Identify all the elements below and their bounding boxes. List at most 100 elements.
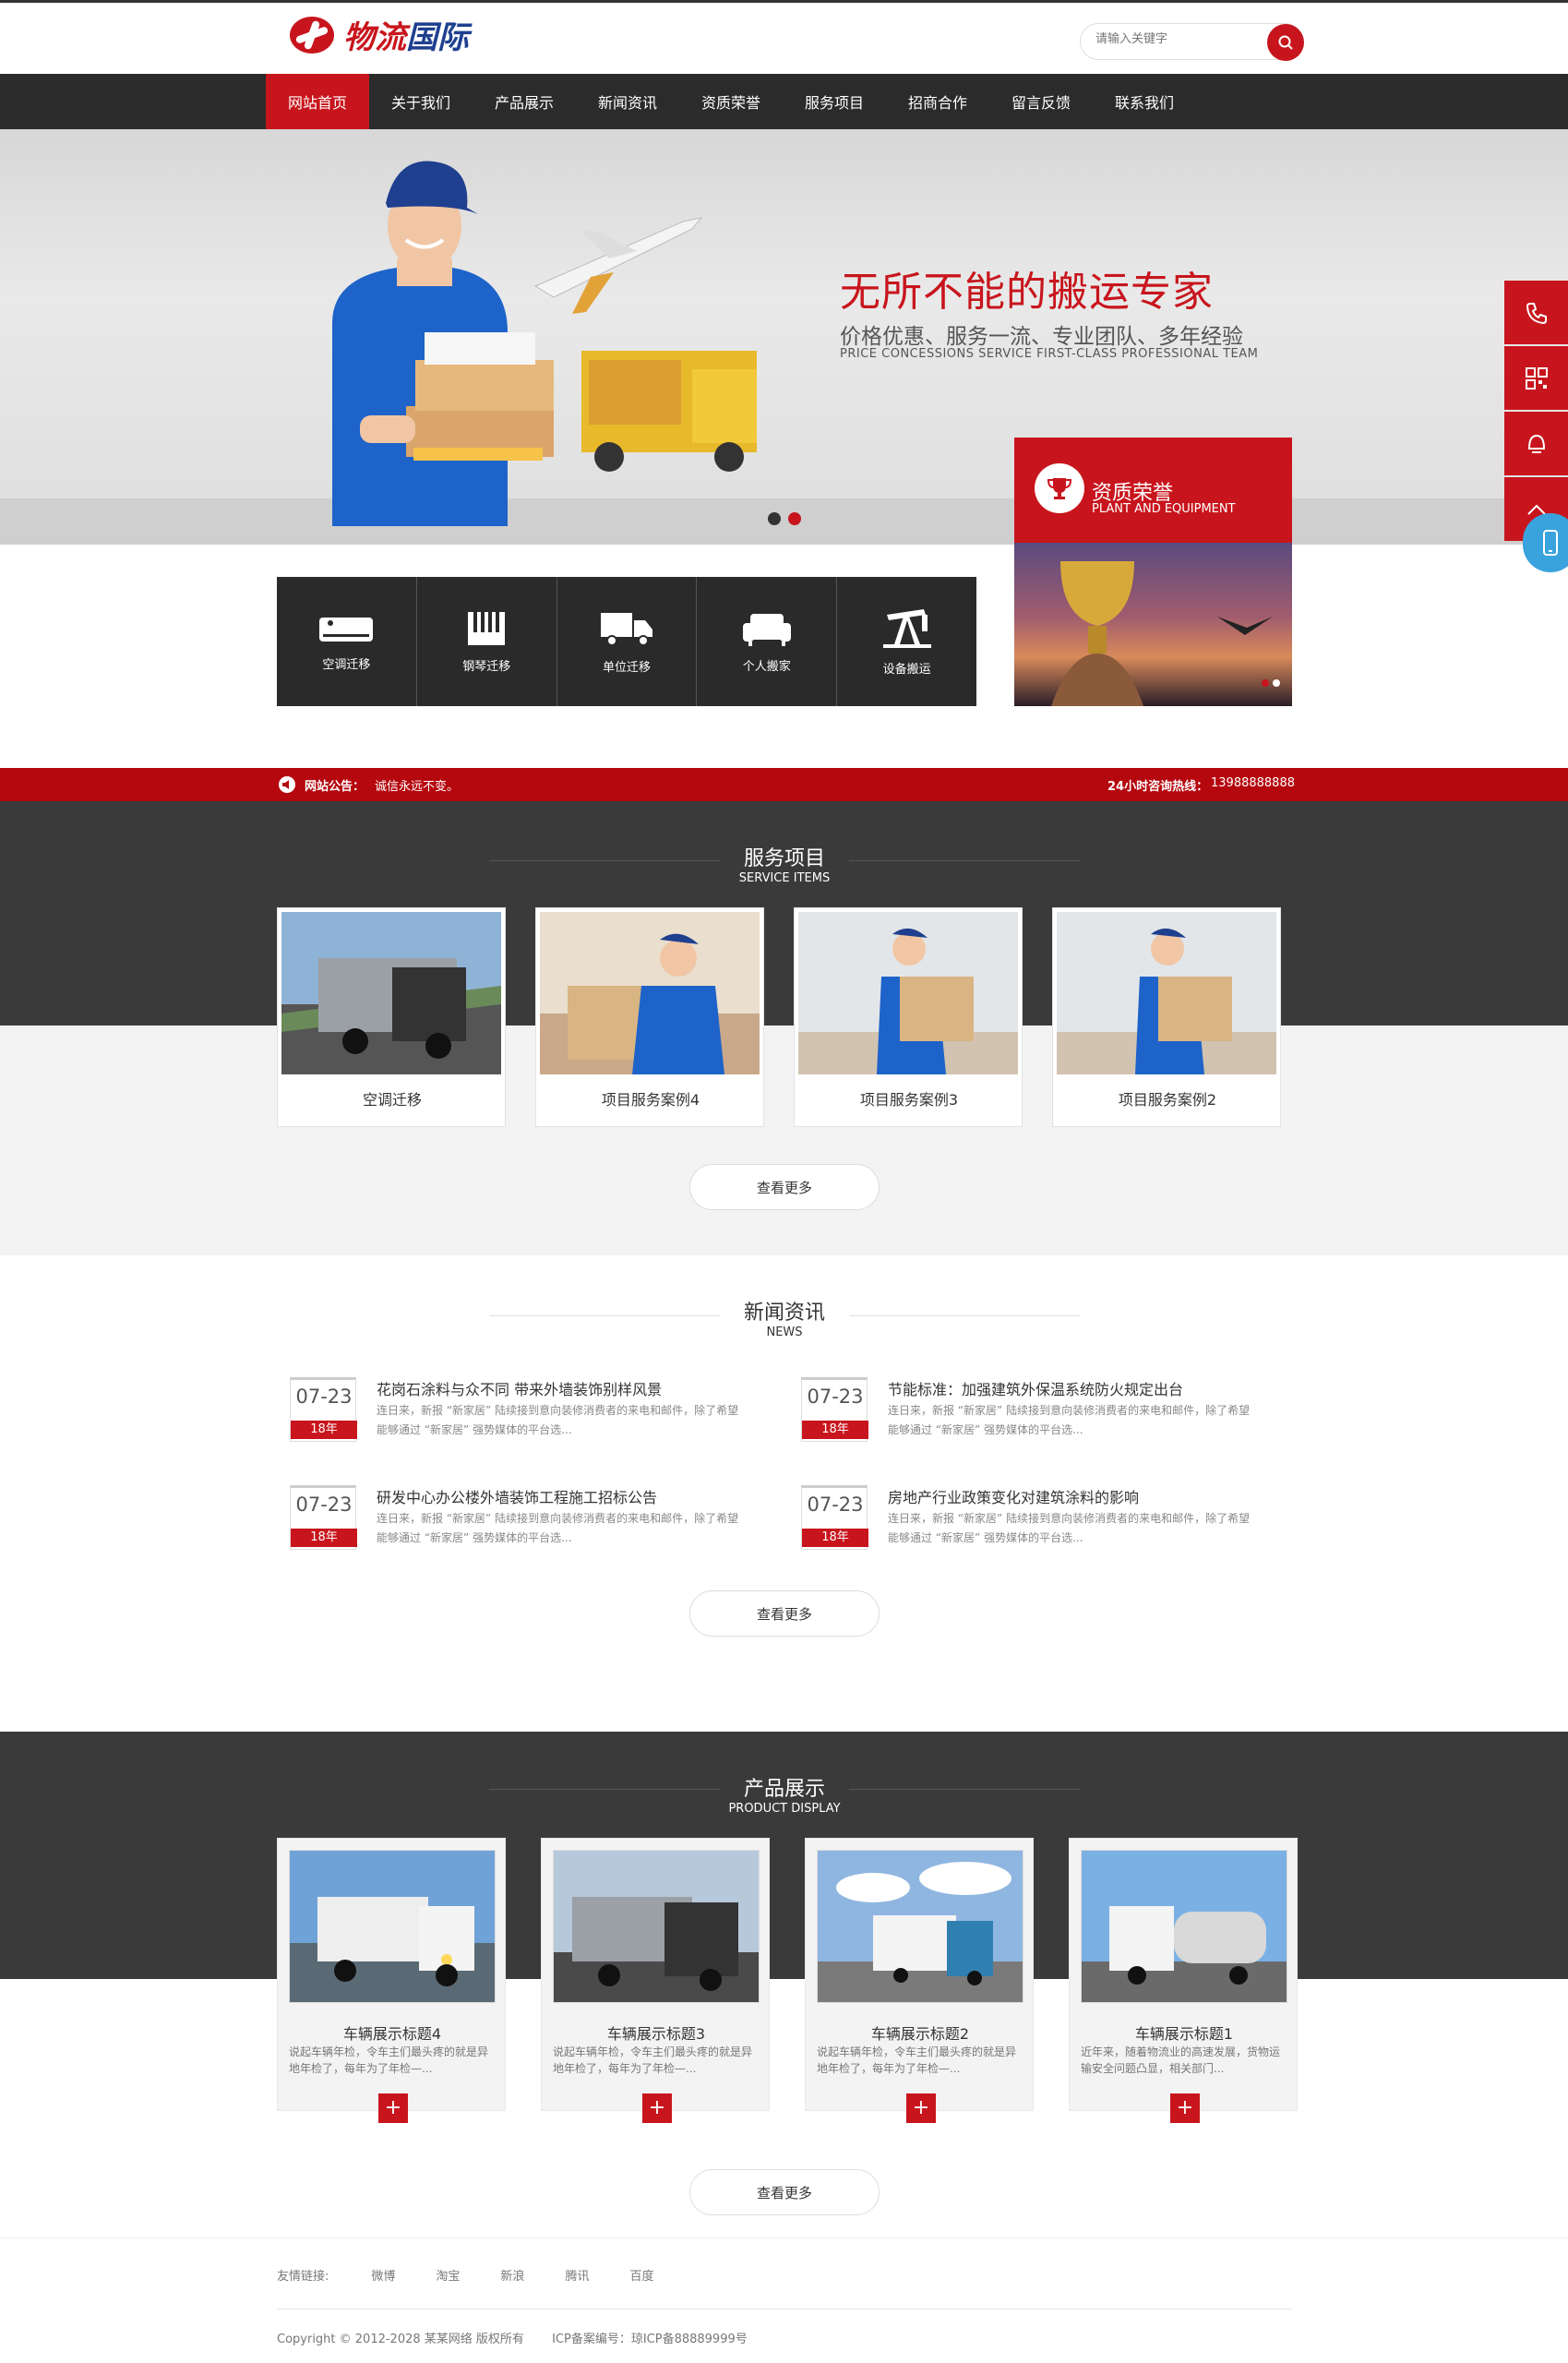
news-title[interactable]: 花岗石涂料与众不同 带来外墙装饰别样风景 xyxy=(377,1377,662,1399)
news-date: 07-23 18年 xyxy=(290,1485,357,1550)
friend-links: 友情链接: 微博 淘宝 新浪 腾讯 百度 xyxy=(277,2266,694,2284)
top-header: 物流国际 xyxy=(0,0,1568,74)
truck-photo xyxy=(1081,1850,1287,2003)
tile-equipment-moving[interactable]: 设备搬运 xyxy=(837,577,976,706)
banner-pager xyxy=(768,512,801,525)
news-item[interactable]: 07-23 18年 花岗石涂料与众不同 带来外墙装饰别样风景 连日来，新报 “新… xyxy=(290,1377,770,1451)
nav-item-contact[interactable]: 联系我们 xyxy=(1093,74,1196,129)
news-date: 07-23 18年 xyxy=(801,1485,868,1550)
news-date-md: 07-23 xyxy=(807,1385,864,1408)
search-button[interactable] xyxy=(1267,24,1304,61)
news-title[interactable]: 研发中心办公楼外墙装饰工程施工招标公告 xyxy=(377,1485,657,1507)
nav-item-feedback[interactable]: 留言反馈 xyxy=(989,74,1093,129)
product-title[interactable]: 车辆展示标题2 xyxy=(806,2021,1035,2044)
friend-link[interactable]: 微博 xyxy=(371,2266,395,2284)
product-title[interactable]: 车辆展示标题3 xyxy=(542,2021,771,2044)
product-card[interactable]: 车辆展示标题1 近年来，随着物流业的高速发展，货物运输安全问题凸显，相关部门..… xyxy=(1069,1838,1299,2123)
mover-photo xyxy=(1057,912,1276,1074)
search-icon xyxy=(1278,35,1293,50)
services-more-button[interactable]: 查看更多 xyxy=(689,1164,880,1210)
notice-text[interactable]: 诚信永远不变。 xyxy=(375,776,459,794)
nav-item-about[interactable]: 关于我们 xyxy=(369,74,473,129)
mover-photo xyxy=(540,912,760,1074)
banner-dot-1[interactable] xyxy=(768,512,781,525)
mobile-icon xyxy=(1543,530,1558,556)
friend-link[interactable]: 百度 xyxy=(629,2266,653,2284)
honor-trophy-image xyxy=(1014,543,1292,706)
news-date-year: 18年 xyxy=(802,1529,868,1547)
news-date-year: 18年 xyxy=(291,1421,357,1439)
news-more-button[interactable]: 查看更多 xyxy=(689,1590,880,1637)
product-desc: 说起车辆年检，令车主们最头疼的就是异地年检了，每年为了年检—... xyxy=(553,2045,753,2075)
nav-item-honors[interactable]: 资质荣誉 xyxy=(679,74,783,129)
service-card[interactable]: 项目服务案例2 xyxy=(1052,907,1281,1127)
service-section: 服务项目 SERVICE ITEMS 空调迁移 项目服务案例4 项目服务案例3 … xyxy=(0,801,1568,1255)
news-date: 07-23 18年 xyxy=(801,1377,868,1442)
product-more-plus-button[interactable]: + xyxy=(906,2093,936,2123)
news-desc: 连日来，新报 “新家居” 陆续接到意向装修消费者的来电和邮件，除了希望能够通过 … xyxy=(377,1404,739,1436)
copyright-text: Copyright © 2012-2028 某某网络 版权所有 xyxy=(277,2333,524,2346)
side-toolbar xyxy=(1504,281,1568,543)
product-section-title: 产品展示 PRODUCT DISPLAY xyxy=(646,1772,923,1816)
hero-banner[interactable]: 无所不能的搬运专家 价格优惠、服务一流、专业团队、多年经验 PRICE CONC… xyxy=(0,129,1568,545)
honor-box[interactable]: 资质荣誉 PLANT AND EQUIPMENT xyxy=(1014,438,1292,706)
tile-ac-moving[interactable]: 空调迁移 xyxy=(277,577,417,706)
service-card-label: 项目服务案例4 xyxy=(601,1091,700,1109)
nav-item-services[interactable]: 服务项目 xyxy=(783,74,886,129)
product-title[interactable]: 车辆展示标题1 xyxy=(1070,2021,1299,2044)
nav-item-products[interactable]: 产品展示 xyxy=(473,74,576,129)
truck-photo xyxy=(817,1850,1023,2003)
product-title[interactable]: 车辆展示标题4 xyxy=(278,2021,507,2044)
mover-photo xyxy=(798,912,1018,1074)
tile-label: 单位迁移 xyxy=(602,660,651,675)
news-title[interactable]: 节能标准：加强建筑外保温系统防火规定出台 xyxy=(888,1377,1183,1399)
logo-text: 物流国际 xyxy=(343,12,469,57)
logo-text-red: 物流 xyxy=(343,19,406,56)
news-date-year: 18年 xyxy=(802,1421,868,1439)
news-title-en: NEWS xyxy=(766,1325,803,1339)
nav-item-news[interactable]: 新闻资讯 xyxy=(576,74,679,129)
product-card[interactable]: 车辆展示标题2 说起车辆年检，令车主们最头疼的就是异地年检了，每年为了年检—..… xyxy=(805,1838,1035,2123)
product-more-plus-button[interactable]: + xyxy=(1170,2093,1200,2123)
news-date-md: 07-23 xyxy=(295,1493,353,1516)
tile-company-moving[interactable]: 单位迁移 xyxy=(557,577,698,706)
side-chat-button[interactable] xyxy=(1504,412,1568,475)
product-more-plus-button[interactable]: + xyxy=(378,2093,408,2123)
product-section: 产品展示 PRODUCT DISPLAY 车辆展示标题4 说起车辆年检，令车主们… xyxy=(0,1732,1568,2237)
news-item[interactable]: 07-23 18年 研发中心办公楼外墙装饰工程施工招标公告 连日来，新报 “新家… xyxy=(290,1485,770,1559)
news-title[interactable]: 房地产行业政策变化对建筑涂料的影响 xyxy=(888,1485,1139,1507)
product-card[interactable]: 车辆展示标题4 说起车辆年检，令车主们最头疼的就是异地年检了，每年为了年检—..… xyxy=(277,1838,507,2123)
main-nav: 网站首页 关于我们 产品展示 新闻资讯 资质荣誉 服务项目 招商合作 留言反馈 … xyxy=(0,74,1568,129)
product-desc: 说起车辆年检，令车主们最头疼的就是异地年检了，每年为了年检—... xyxy=(817,2045,1017,2075)
friend-link[interactable]: 淘宝 xyxy=(436,2266,460,2284)
tile-piano-moving[interactable]: 钢琴迁移 xyxy=(417,577,557,706)
site-logo[interactable]: 物流国际 xyxy=(290,12,469,57)
banner-subtitle: 价格优惠、服务一流、专业团队、多年经验 xyxy=(840,325,1243,349)
news-item[interactable]: 07-23 18年 节能标准：加强建筑外保温系统防火规定出台 连日来，新报 “新… xyxy=(801,1377,1281,1451)
side-phone-button[interactable] xyxy=(1504,281,1568,344)
service-card[interactable]: 空调迁移 xyxy=(277,907,506,1127)
product-card[interactable]: 车辆展示标题3 说起车辆年检，令车主们最头疼的就是异地年检了，每年为了年检—..… xyxy=(541,1838,771,2123)
news-date-year: 18年 xyxy=(291,1529,357,1547)
friend-link[interactable]: 新浪 xyxy=(500,2266,524,2284)
icp-number[interactable]: ICP备案编号：琼ICP备88889999号 xyxy=(552,2333,748,2346)
service-card[interactable]: 项目服务案例3 xyxy=(794,907,1023,1127)
side-qrcode-button[interactable] xyxy=(1504,346,1568,410)
product-title-en: PRODUCT DISPLAY xyxy=(728,1802,841,1816)
products-more-button[interactable]: 查看更多 xyxy=(689,2169,880,2215)
product-desc: 说起车辆年检，令车主们最头疼的就是异地年检了，每年为了年检—... xyxy=(289,2045,489,2075)
service-card[interactable]: 项目服务案例4 xyxy=(535,907,764,1127)
news-desc: 连日来，新报 “新家居” 陆续接到意向装修消费者的来电和邮件，除了希望能够通过 … xyxy=(888,1404,1251,1436)
banner-dot-2[interactable] xyxy=(788,512,801,525)
search-input[interactable] xyxy=(1095,32,1262,46)
nav-item-cooperation[interactable]: 招商合作 xyxy=(886,74,989,129)
nav-item-home[interactable]: 网站首页 xyxy=(266,74,369,129)
tile-label: 钢琴迁移 xyxy=(462,659,511,674)
product-desc: 近年来，随着物流业的高速发展，货物运输安全问题凸显，相关部门... xyxy=(1081,2045,1281,2075)
truck-photo xyxy=(281,912,501,1074)
news-item[interactable]: 07-23 18年 房地产行业政策变化对建筑涂料的影响 连日来，新报 “新家居”… xyxy=(801,1485,1281,1559)
tile-home-moving[interactable]: 个人搬家 xyxy=(697,577,838,706)
side-mobile-button[interactable] xyxy=(1523,513,1568,572)
product-more-plus-button[interactable]: + xyxy=(642,2093,672,2123)
friend-link[interactable]: 腾讯 xyxy=(565,2266,589,2284)
